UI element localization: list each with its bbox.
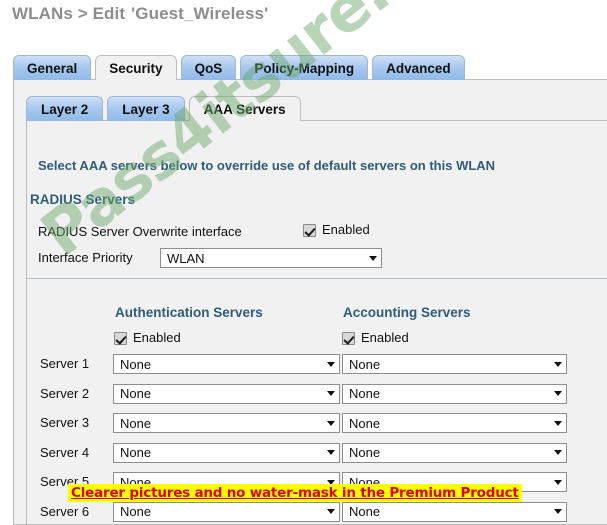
accounting-enabled-label: Enabled [361, 330, 409, 345]
intro-text: Select AAA servers below to override use… [38, 158, 496, 173]
tab-policy-mapping[interactable]: Policy-Mapping [240, 55, 369, 80]
accounting-server-select[interactable]: None [342, 413, 567, 433]
chevron-down-icon [323, 509, 339, 514]
authentication-enabled-checkbox[interactable] [114, 332, 127, 345]
aaa-servers-panel [26, 120, 607, 525]
accounting-servers-header: Accounting Servers [343, 305, 471, 320]
chevron-down-icon [323, 391, 339, 396]
accounting-server-select[interactable]: None [342, 383, 567, 404]
accounting-server-select[interactable]: None [342, 501, 567, 522]
authentication-server-value: None [120, 386, 152, 401]
interface-priority-value: WLAN [167, 250, 205, 266]
authentication-server-value: None [120, 415, 152, 431]
chevron-down-icon [323, 362, 339, 367]
radius-servers-heading: RADIUS Servers [30, 192, 136, 207]
tab-security[interactable]: Security [95, 55, 177, 80]
tab-qos[interactable]: QoS [180, 55, 237, 80]
interface-priority-label: Interface Priority [38, 250, 133, 265]
section-divider [27, 278, 607, 279]
accounting-server-select[interactable]: None [342, 354, 567, 374]
breadcrumb: WLANs > Edit [12, 4, 126, 23]
promo-banner: Clearer pictures and no water-mask in th… [68, 484, 522, 502]
radius-overwrite-label: RADIUS Server Overwrite interface [38, 224, 242, 239]
subtab-layer-2[interactable]: Layer 2 [26, 96, 104, 121]
chevron-down-icon [550, 421, 566, 426]
subtab-layer-3[interactable]: Layer 3 [107, 96, 185, 121]
accounting-server-value: None [349, 415, 381, 431]
server-row-label: Server 1 [40, 356, 90, 371]
accounting-server-value: None [349, 356, 381, 372]
authentication-server-value: None [120, 504, 152, 519]
chevron-down-icon [550, 450, 566, 455]
authentication-server-select[interactable]: None [113, 413, 340, 433]
accounting-server-value: None [349, 445, 381, 460]
chevron-down-icon [550, 391, 566, 396]
authentication-server-select[interactable]: None [113, 442, 340, 463]
authentication-server-select[interactable]: None [113, 383, 340, 404]
subtab-aaa-servers[interactable]: AAA Servers [188, 96, 301, 121]
chevron-down-icon [323, 450, 339, 455]
server-row-label: Server 6 [40, 503, 90, 519]
server-row-label: Server 2 [40, 385, 90, 401]
server-row-label: Server 4 [40, 444, 90, 460]
wlan-edit-page: WLANs > Edit 'Guest_Wireless' General Secu… [0, 0, 607, 525]
chevron-down-icon [550, 480, 566, 485]
server-row-label: Server 3 [40, 415, 90, 430]
page-title: WLANs > Edit 'Guest_Wireless' [12, 4, 268, 24]
tab-general[interactable]: General [13, 55, 92, 80]
radius-overwrite-enabled-label: Enabled [322, 222, 370, 237]
authentication-server-value: None [120, 356, 152, 372]
authentication-server-select[interactable]: None [113, 501, 340, 522]
accounting-server-select[interactable]: None [342, 442, 567, 463]
chevron-down-icon [365, 256, 381, 261]
chevron-down-icon [323, 421, 339, 426]
authentication-server-select[interactable]: None [113, 354, 340, 374]
chevron-down-icon [550, 362, 566, 367]
authentication-enabled-label: Enabled [133, 330, 181, 345]
sub-tab-strip: Layer 2 Layer 3 AAA Servers [26, 95, 301, 121]
accounting-server-value: None [349, 504, 381, 519]
accounting-enabled-checkbox[interactable] [342, 332, 355, 345]
chevron-down-icon [550, 509, 566, 514]
wlan-name: 'Guest_Wireless' [131, 4, 269, 23]
authentication-servers-header: Authentication Servers [115, 305, 263, 320]
authentication-server-value: None [120, 445, 152, 460]
interface-priority-select[interactable]: WLAN [160, 248, 382, 268]
main-tab-strip: General Security QoS Policy-Mapping Advanced [13, 54, 465, 80]
accounting-server-value: None [349, 386, 381, 401]
radius-overwrite-checkbox[interactable] [303, 224, 316, 237]
tab-advanced[interactable]: Advanced [372, 55, 465, 80]
